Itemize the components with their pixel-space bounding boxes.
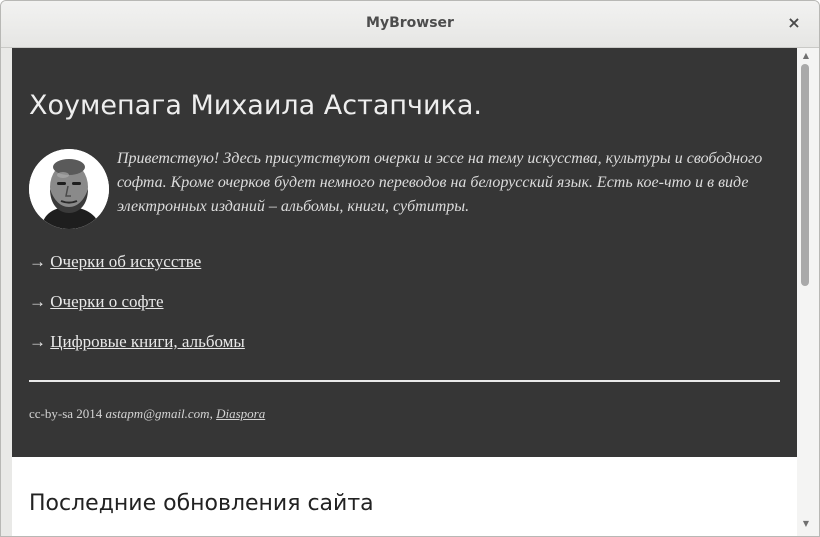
link-row-software: → Очерки о софте — [29, 292, 245, 332]
link-software-essays[interactable]: Очерки о софте — [50, 292, 163, 311]
intro-text: Приветствую! Здесь присутствуют очерки и… — [117, 150, 763, 215]
updates-heading: Последние обновления сайта — [29, 491, 374, 516]
vertical-scrollbar[interactable]: ▲ ▼ — [797, 48, 819, 536]
hero-section: Хоумепага Михаила Астапчика. Приветствую… — [12, 48, 797, 457]
scroll-down-icon[interactable]: ▼ — [801, 519, 811, 529]
avatar — [29, 149, 109, 229]
scroll-thumb[interactable] — [801, 64, 809, 286]
arrow-icon: → — [29, 252, 46, 271]
section-links: → Очерки об искусстве → Очерки о софте →… — [29, 252, 245, 372]
link-row-books: → Цифровые книги, альбомы — [29, 332, 245, 372]
browser-window: MyBrowser × Хоумепага Михаила Астапчика. — [0, 0, 820, 537]
title-bar[interactable]: MyBrowser × — [1, 1, 819, 48]
page-viewport: Хоумепага Михаила Астапчика. Приветствую… — [12, 48, 797, 536]
arrow-icon: → — [29, 292, 46, 311]
divider — [29, 380, 780, 382]
diaspora-link[interactable]: Diaspora — [216, 406, 265, 421]
scroll-up-icon[interactable]: ▲ — [801, 51, 811, 61]
window-title: MyBrowser — [366, 15, 454, 31]
portrait-image — [29, 149, 109, 229]
link-row-art: → Очерки об искусстве — [29, 252, 245, 292]
email-text: astapm@gmail.com, — [105, 406, 213, 421]
close-button[interactable]: × — [785, 14, 803, 32]
link-digital-books[interactable]: Цифровые книги, альбомы — [50, 332, 245, 351]
license-text: cc-by-sa 2014 — [29, 406, 103, 421]
arrow-icon: → — [29, 332, 46, 351]
link-art-essays[interactable]: Очерки об искусстве — [50, 252, 201, 271]
footer: cc-by-sa 2014 astapm@gmail.com, Diaspora — [29, 406, 265, 422]
page-title: Хоумепага Михаила Астапчика. — [29, 90, 482, 121]
